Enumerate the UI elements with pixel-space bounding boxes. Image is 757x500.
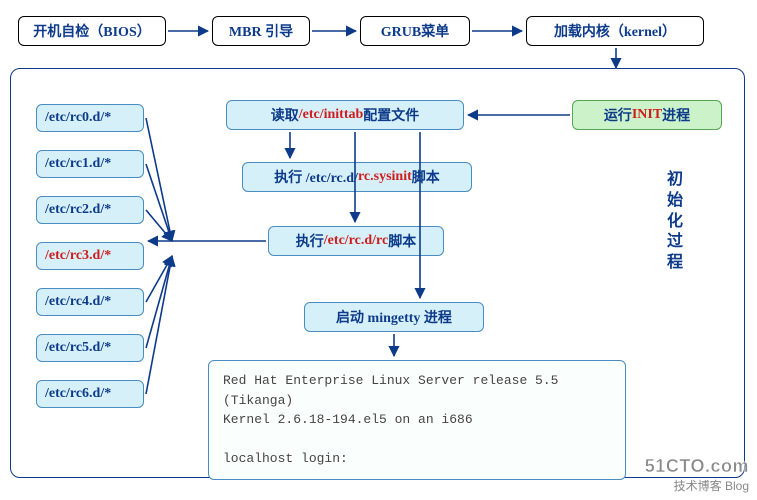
rc1-node: /etc/rc1.d/* <box>36 150 144 178</box>
login-terminal: Red Hat Enterprise Linux Server release … <box>208 360 626 480</box>
rc-pre: 执行 <box>296 231 324 251</box>
stage-label: 初始化过程 <box>666 170 684 274</box>
sysinit-red: rc.sysinit <box>358 169 412 185</box>
rc-red: /etc/rc.d/rc <box>324 233 388 249</box>
inittab-post: 配置文件 <box>363 105 419 125</box>
sysinit-pre: 执行 /etc/rc.d/ <box>274 167 358 187</box>
rc4-node: /etc/rc4.d/* <box>36 288 144 316</box>
watermark-line2: 技术博客 Blog <box>645 477 749 494</box>
mbr-node: MBR 引导 <box>212 16 310 46</box>
rc0-node: /etc/rc0.d/* <box>36 104 144 132</box>
rc2-node: /etc/rc2.d/* <box>36 196 144 224</box>
sysinit-node: 执行 /etc/rc.d/ rc.sysinit 脚本 <box>242 162 472 192</box>
mingetty-node: 启动 mingetty 进程 <box>304 302 484 332</box>
rc5-node: /etc/rc5.d/* <box>36 334 144 362</box>
inittab-node: 读取 /etc/inittab 配置文件 <box>226 100 464 130</box>
init-node: 运行 INIT 进程 <box>572 100 722 130</box>
watermark: 51CTO.com 技术博客 Blog <box>645 456 749 494</box>
rc-post: 脚本 <box>388 231 416 251</box>
grub-node: GRUB菜单 <box>360 16 470 46</box>
init-red: INIT <box>632 107 662 123</box>
rc6-node: /etc/rc6.d/* <box>36 380 144 408</box>
rc3-text: /etc/rc3.d/* <box>45 248 111 264</box>
watermark-line1: 51CTO.com <box>645 456 749 477</box>
inittab-red: /etc/inittab <box>299 107 364 123</box>
rc-node: 执行 /etc/rc.d/rc 脚本 <box>268 226 444 256</box>
sysinit-post: 脚本 <box>412 167 440 187</box>
rc3-node: /etc/rc3.d/* <box>36 242 144 270</box>
init-post: 进程 <box>662 105 690 125</box>
kernel-node: 加载内核（kernel） <box>526 16 704 46</box>
init-pre: 运行 <box>604 105 632 125</box>
inittab-pre: 读取 <box>271 105 299 125</box>
bios-node: 开机自检（BIOS） <box>18 16 166 46</box>
